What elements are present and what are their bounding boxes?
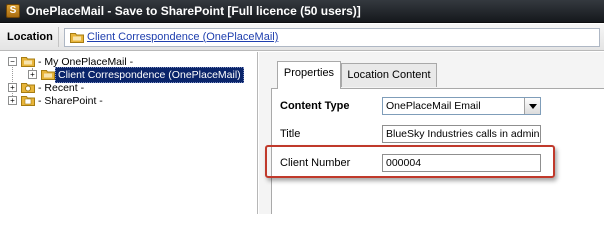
- tree-expander[interactable]: +: [28, 70, 37, 79]
- title-label: Title: [280, 128, 301, 140]
- tree-expander[interactable]: −: [8, 57, 17, 66]
- tree-item-label: - Recent -: [38, 82, 85, 94]
- location-bar: Location Client Correspondence (OnePlace…: [0, 24, 604, 51]
- tree-item-label: - SharePoint -: [38, 95, 103, 107]
- location-path-link[interactable]: Client Correspondence (OnePlaceMail): [87, 31, 278, 43]
- chevron-down-icon[interactable]: [524, 98, 540, 114]
- tab-strip: Properties Location Content: [259, 52, 604, 89]
- content-type-value: OnePlaceMail Email: [386, 100, 481, 112]
- client-number-highlight: [265, 145, 555, 178]
- recent-folder-icon: [21, 83, 35, 93]
- window-title: OnePlaceMail - Save to SharePoint [Full …: [26, 4, 361, 18]
- title-value: BlueSky Industries calls in administrato: [386, 128, 541, 140]
- location-label: Location: [7, 31, 53, 43]
- tree-expander[interactable]: +: [8, 83, 17, 92]
- tree-item-recent[interactable]: + - Recent -: [8, 81, 248, 95]
- folder-icon: [21, 57, 35, 67]
- folder-icon: [70, 33, 84, 43]
- location-path-box: Client Correspondence (OnePlaceMail): [64, 28, 600, 47]
- content-type-select[interactable]: OnePlaceMail Email: [382, 97, 541, 115]
- location-tree: − - My OnePlaceMail - + Client Correspon…: [0, 52, 258, 214]
- properties-pane: Properties Location Content Content Type…: [259, 52, 604, 214]
- folder-icon: [41, 70, 55, 80]
- tab-properties[interactable]: Properties: [277, 61, 341, 89]
- title-field[interactable]: BlueSky Industries calls in administrato: [382, 125, 541, 143]
- tree-item-client-correspondence[interactable]: + Client Correspondence (OnePlaceMail): [28, 67, 248, 83]
- content-type-label: Content Type: [280, 100, 350, 112]
- tree-item-sharepoint[interactable]: + - SharePoint -: [8, 94, 248, 108]
- app-logo-icon: S: [6, 4, 20, 18]
- tab-location-content[interactable]: Location Content: [341, 63, 437, 87]
- location-separator: [58, 27, 59, 47]
- title-bar: S OnePlaceMail - Save to SharePoint [Ful…: [0, 0, 604, 23]
- tree-expander[interactable]: +: [8, 96, 17, 105]
- sharepoint-folder-icon: [21, 96, 35, 106]
